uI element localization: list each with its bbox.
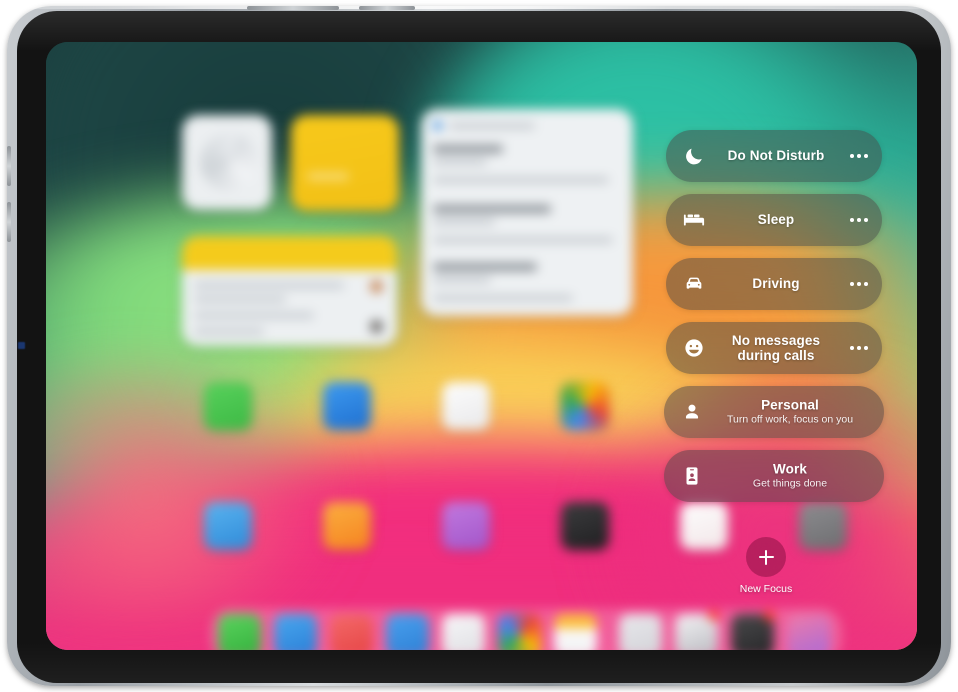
side-connector-2: [7, 202, 11, 242]
focus-item-title: Sleep: [757, 212, 795, 227]
dock-app-icon[interactable]: [274, 614, 317, 650]
focus-item-title: Work: [773, 461, 807, 477]
frame-highlight: [7, 6, 951, 9]
focus-item-do-not-disturb[interactable]: Do Not Disturb: [666, 130, 882, 182]
widget-notes-large[interactable]: [182, 236, 397, 346]
focus-item-text: Work Get things done: [712, 462, 868, 491]
focus-options-button[interactable]: [850, 282, 868, 286]
focus-item-subtitle: Get things done: [752, 477, 828, 490]
dock-app-icon[interactable]: [554, 614, 597, 650]
car-icon: [682, 272, 706, 296]
focus-options-button[interactable]: [850, 218, 868, 222]
plus-icon[interactable]: [746, 537, 786, 577]
app-icon[interactable]: [323, 502, 371, 550]
dock-app-icon[interactable]: [498, 614, 541, 650]
dock-app-icon[interactable]: [787, 614, 830, 650]
focus-item-driving[interactable]: Driving: [666, 258, 882, 310]
side-connector-1: [7, 146, 11, 186]
smiley-icon: [682, 336, 706, 360]
focus-panel: Do Not Disturb Sleep Driving No messages…: [616, 86, 916, 602]
person-icon: [680, 400, 704, 424]
focus-item-no-messages-during-calls[interactable]: No messages during calls: [666, 322, 882, 374]
focus-item-subtitle: Turn off work, focus on you: [726, 413, 854, 426]
focus-item-title: Driving: [752, 276, 800, 291]
focus-item-text: Personal Turn off work, focus on you: [712, 398, 868, 427]
app-icon[interactable]: [204, 382, 252, 430]
focus-item-work[interactable]: Work Get things done: [664, 450, 884, 502]
badge-icon: [680, 464, 704, 488]
widget-clock[interactable]: [182, 115, 272, 210]
notification-badge: [764, 610, 775, 621]
volume-buttons[interactable]: [247, 6, 339, 10]
focus-item-title: Do Not Disturb: [727, 148, 825, 163]
focus-item-title: Personal: [761, 397, 819, 413]
app-icon[interactable]: [442, 502, 490, 550]
dock-app-icon[interactable]: [619, 614, 662, 650]
new-focus-control[interactable]: New Focus: [720, 537, 812, 595]
focus-item-title: No messages during calls: [731, 333, 821, 363]
app-icon[interactable]: [561, 502, 609, 550]
focus-item-sleep[interactable]: Sleep: [666, 194, 882, 246]
widget-mail[interactable]: [421, 109, 633, 316]
app-icon[interactable]: [323, 382, 371, 430]
power-button[interactable]: [359, 6, 415, 10]
focus-options-button[interactable]: [850, 346, 868, 350]
notification-badge: [708, 610, 719, 621]
dock-app-icon[interactable]: [442, 614, 485, 650]
focus-item-personal[interactable]: Personal Turn off work, focus on you: [664, 386, 884, 438]
focus-options-button[interactable]: [850, 154, 868, 158]
focus-item-text: Sleep: [714, 211, 838, 229]
screenshot-root: Do Not Disturb Sleep Driving No messages…: [0, 0, 958, 692]
widget-notes-small[interactable]: [291, 115, 399, 211]
focus-item-text: Driving: [714, 275, 838, 293]
moon-icon: [682, 144, 706, 168]
app-icon[interactable]: [442, 382, 490, 430]
bezel-sensor-mark: [18, 342, 25, 349]
app-icon[interactable]: [204, 502, 252, 550]
focus-item-text: Do Not Disturb: [714, 147, 838, 165]
app-icon[interactable]: [561, 382, 609, 430]
new-focus-label: New Focus: [739, 583, 793, 595]
dock-app-icon[interactable]: [218, 614, 261, 650]
dock-app-icon[interactable]: [330, 614, 373, 650]
ipad-screen: Do Not Disturb Sleep Driving No messages…: [46, 42, 917, 650]
focus-item-text: No messages during calls: [714, 333, 838, 363]
dock-app-icon[interactable]: [386, 614, 429, 650]
bed-icon: [682, 208, 706, 232]
